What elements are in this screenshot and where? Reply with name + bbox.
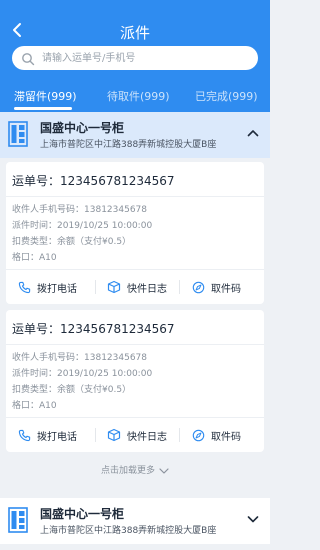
- recipient-phone-row: 收件人手机号码：13812345678: [12, 350, 147, 363]
- dispatch-time-row: 派件时间：2019/10/25 10:00:00: [12, 218, 152, 231]
- parcel-card: 运单号：123456781234567 收件人手机号码：13812345678 …: [6, 162, 264, 304]
- pickup-code-button[interactable]: 取件码: [192, 270, 241, 304]
- pickup-code-button[interactable]: 取件码: [192, 418, 241, 452]
- call-label: 拨打电话: [37, 283, 77, 295]
- tracking-label: 运单号：: [12, 174, 61, 188]
- parcel-log-button[interactable]: 快件日志: [107, 418, 167, 452]
- load-more-label: 点击加载更多: [100, 466, 155, 476]
- locker-address: 上海市普陀区中江路388弄新城控股大厦B座: [40, 526, 217, 536]
- tracking-number: 运单号：123456781234567: [12, 320, 175, 337]
- fee-type-row: 扣费类型：余额（支付¥0.5）: [12, 234, 131, 247]
- fee-value: 余额（支付¥0.5）: [57, 237, 132, 247]
- phone-label: 收件人手机号码：: [12, 205, 85, 215]
- tab-stranded[interactable]: 滞留件(999): [14, 88, 77, 104]
- tracking-value: 123456781234567: [60, 174, 175, 188]
- app-header: 派件 滞留件(999) 待取件(999) 已完成(999): [0, 0, 270, 112]
- parcel-log-label: 快件日志: [127, 283, 167, 295]
- pickup-code-label: 取件码: [211, 283, 241, 295]
- time-label: 派件时间：: [12, 221, 58, 231]
- recipient-phone-row: 收件人手机号码：13812345678: [12, 202, 147, 215]
- fee-type-row: 扣费类型：余额（支付¥0.5）: [12, 382, 131, 395]
- locker-address: 上海市普陀区中江路388弄新城控股大厦B座: [40, 140, 217, 150]
- locker-group[interactable]: 国盛中心一号柜 上海市普陀区中江路388弄新城控股大厦B座: [0, 498, 270, 544]
- tracking-number: 运单号：123456781234567: [12, 172, 175, 189]
- phone-value: 13812345678: [84, 205, 148, 215]
- fee-label: 扣费类型：: [12, 237, 58, 247]
- locker-icon: [8, 507, 28, 533]
- card-actions: 拨打电话 快件日志 取件码: [6, 418, 264, 452]
- chevron-down-icon: [159, 467, 169, 474]
- action-separator: [95, 428, 96, 442]
- tracking-label: 运单号：: [12, 322, 61, 336]
- page-title: 派件: [119, 24, 150, 42]
- phone-icon: [18, 429, 31, 441]
- compass-icon: [192, 281, 205, 293]
- cell-row: 格口：A10: [12, 398, 57, 411]
- locker-name: 国盛中心一号柜: [40, 507, 125, 521]
- parcel-log-icon: [107, 280, 121, 294]
- action-separator: [179, 280, 180, 294]
- dispatch-time-row: 派件时间：2019/10/25 10:00:00: [12, 366, 152, 379]
- action-separator: [95, 280, 96, 294]
- tracking-value: 123456781234567: [60, 322, 175, 336]
- parcel-card: 运单号：123456781234567 收件人手机号码：13812345678 …: [6, 310, 264, 452]
- cell-value: A10: [39, 253, 57, 263]
- tab-awaiting-pickup[interactable]: 待取件(999): [107, 88, 170, 104]
- phone-value: 13812345678: [84, 353, 148, 363]
- chevron-up-icon[interactable]: [246, 125, 260, 139]
- time-label: 派件时间：: [12, 369, 58, 379]
- search-input[interactable]: [42, 49, 247, 67]
- parcel-log-icon: [107, 428, 121, 442]
- parcel-log-button[interactable]: 快件日志: [107, 270, 167, 304]
- call-button[interactable]: 拨打电话: [18, 270, 77, 304]
- fee-label: 扣费类型：: [12, 385, 58, 395]
- parcel-log-label: 快件日志: [127, 431, 167, 443]
- call-label: 拨打电话: [37, 431, 77, 443]
- call-button[interactable]: 拨打电话: [18, 418, 77, 452]
- search-bar[interactable]: [12, 46, 258, 70]
- time-value: 2019/10/25 10:00:00: [57, 221, 153, 231]
- cell-label: 格口：: [12, 253, 40, 263]
- locker-group[interactable]: 国盛中心一号柜 上海市普陀区中江路388弄新城控股大厦B座: [0, 112, 270, 158]
- time-value: 2019/10/25 10:00:00: [57, 369, 153, 379]
- cell-value: A10: [39, 401, 57, 411]
- card-actions: 拨打电话 快件日志 取件码: [6, 270, 264, 304]
- search-icon: [21, 51, 35, 66]
- phone-icon: [18, 281, 31, 293]
- chevron-down-icon[interactable]: [246, 511, 260, 525]
- load-more-button[interactable]: 点击加载更多: [0, 463, 270, 476]
- active-tab-indicator: [14, 107, 72, 110]
- phone-label: 收件人手机号码：: [12, 353, 85, 363]
- cell-label: 格口：: [12, 401, 40, 411]
- pickup-code-label: 取件码: [211, 431, 241, 443]
- fee-value: 余额（支付¥0.5）: [57, 385, 132, 395]
- tab-completed[interactable]: 已完成(999): [195, 88, 258, 104]
- locker-icon: [8, 121, 28, 147]
- divider: [6, 344, 264, 345]
- cell-row: 格口：A10: [12, 250, 57, 263]
- action-separator: [179, 428, 180, 442]
- compass-icon: [192, 429, 205, 441]
- locker-name: 国盛中心一号柜: [40, 121, 125, 135]
- divider: [6, 196, 264, 197]
